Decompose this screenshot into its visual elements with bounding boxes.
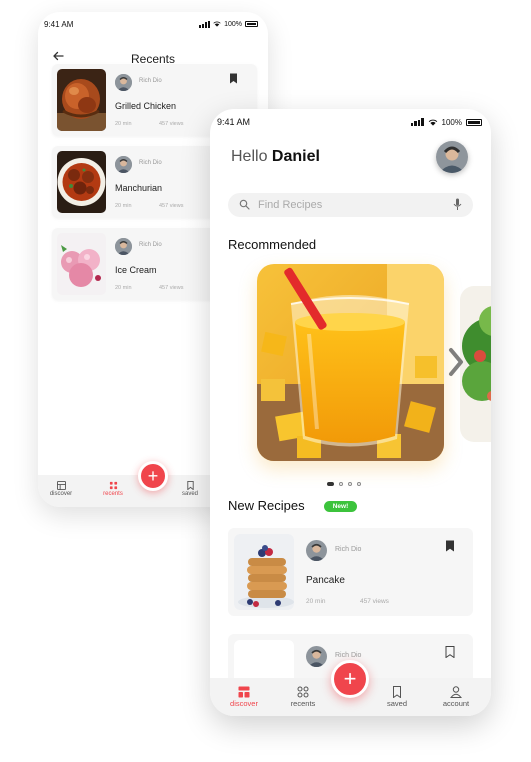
bookmark-icon <box>186 481 194 490</box>
bookmark-filled-icon[interactable] <box>445 540 455 552</box>
discover-icon <box>56 481 66 490</box>
recipe-card[interactable]: Rich Dio Pancake 20 min 457 views <box>228 528 473 616</box>
nav-label: saved <box>386 699 407 708</box>
nav-saved[interactable]: saved <box>175 481 205 497</box>
carousel-dot[interactable] <box>339 482 343 486</box>
discover-phone: 9:41 AM 100% Hello Daniel Recommended <box>210 109 491 716</box>
carousel-dot[interactable] <box>327 482 334 486</box>
cook-time: 20 min <box>115 121 132 127</box>
cook-time: 20 min <box>115 203 132 209</box>
nav-account[interactable]: account <box>436 686 476 708</box>
recipe-image <box>257 264 444 461</box>
author-name: Rich Dio <box>139 242 162 248</box>
author-name: Rich Dio <box>139 160 162 166</box>
nav-saved[interactable]: saved <box>377 686 417 708</box>
new-badge: New! <box>324 501 357 512</box>
chevron-right-icon[interactable] <box>447 344 465 380</box>
nav-label: recents <box>103 491 123 497</box>
status-bar: 9:41 AM 100% <box>44 17 258 31</box>
section-title-new-recipes: New Recipes <box>228 498 305 513</box>
nav-label: recents <box>290 699 316 708</box>
greeting-hello: Hello <box>231 148 268 165</box>
signal-icon <box>410 117 424 126</box>
author-name: Rich Dio <box>335 652 362 659</box>
greeting-user-name: Daniel <box>271 148 320 165</box>
nav-recents[interactable]: recents <box>283 686 323 708</box>
avatar <box>115 156 132 173</box>
mockup-stage: 9:41 AM 100% Recents Rich Dio Grilled Ch… <box>0 0 531 762</box>
battery-percent: 100% <box>441 117 462 127</box>
bookmark-outline-icon[interactable] <box>445 646 455 658</box>
signal-icon <box>199 20 211 28</box>
nav-label: discover <box>230 699 258 708</box>
bookmark-filled-icon[interactable] <box>229 73 238 84</box>
recommended-card[interactable] <box>257 264 444 461</box>
author-name: Rich Dio <box>335 546 362 553</box>
battery-icon <box>466 118 482 126</box>
recipe-name: Pancake <box>306 575 345 586</box>
nav-label: account <box>442 699 470 708</box>
author-name: Rich Dio <box>139 78 162 84</box>
wifi-icon <box>428 119 437 126</box>
cook-time: 20 min <box>115 285 132 291</box>
microphone-icon[interactable] <box>453 198 462 211</box>
nav-discover[interactable]: discover <box>46 481 76 497</box>
discover-icon <box>238 686 250 698</box>
avatar <box>115 74 132 91</box>
grid-icon <box>297 686 309 698</box>
battery-percent: 100% <box>224 20 242 28</box>
nav-label: discover <box>49 491 73 497</box>
nav-recents[interactable]: recents <box>98 481 128 497</box>
status-time: 9:41 AM <box>44 19 74 29</box>
recipe-thumbnail <box>57 233 106 295</box>
view-count: 457 views <box>159 203 184 209</box>
avatar <box>306 646 327 667</box>
greeting: Hello Daniel <box>231 148 320 166</box>
carousel-dot[interactable] <box>348 482 352 486</box>
profile-avatar[interactable] <box>436 141 468 173</box>
search-icon <box>239 199 250 210</box>
add-recipe-button[interactable]: + <box>138 461 168 491</box>
wifi-icon <box>213 21 221 27</box>
battery-icon <box>245 21 258 27</box>
recipe-name: Manchurian <box>115 183 163 193</box>
avatar <box>306 540 327 561</box>
user-icon <box>450 686 462 698</box>
recipe-name: Ice Cream <box>115 265 157 275</box>
plus-icon: + <box>343 666 357 691</box>
search-input[interactable] <box>258 196 443 214</box>
view-count: 457 views <box>159 121 184 127</box>
plus-icon: + <box>147 466 159 486</box>
cook-time: 20 min <box>306 598 326 605</box>
view-count: 457 views <box>360 598 389 605</box>
recipe-thumbnail <box>57 69 106 131</box>
view-count: 457 views <box>159 285 184 291</box>
recipe-thumbnail <box>57 151 106 213</box>
nav-discover[interactable]: discover <box>224 686 264 708</box>
carousel-dot[interactable] <box>357 482 361 486</box>
bookmark-icon <box>393 686 401 698</box>
section-title-recommended: Recommended <box>228 237 317 252</box>
search-bar <box>228 193 473 217</box>
nav-label: saved <box>181 491 198 497</box>
recipe-thumbnail <box>234 534 294 610</box>
carousel-pagination <box>327 482 361 486</box>
avatar <box>115 238 132 255</box>
status-time: 9:41 AM <box>217 117 251 127</box>
grid-icon <box>109 481 117 490</box>
add-recipe-button[interactable]: + <box>331 660 369 698</box>
recipe-name: Grilled Chicken <box>115 101 177 111</box>
status-bar: 9:41 AM 100% <box>217 115 482 129</box>
